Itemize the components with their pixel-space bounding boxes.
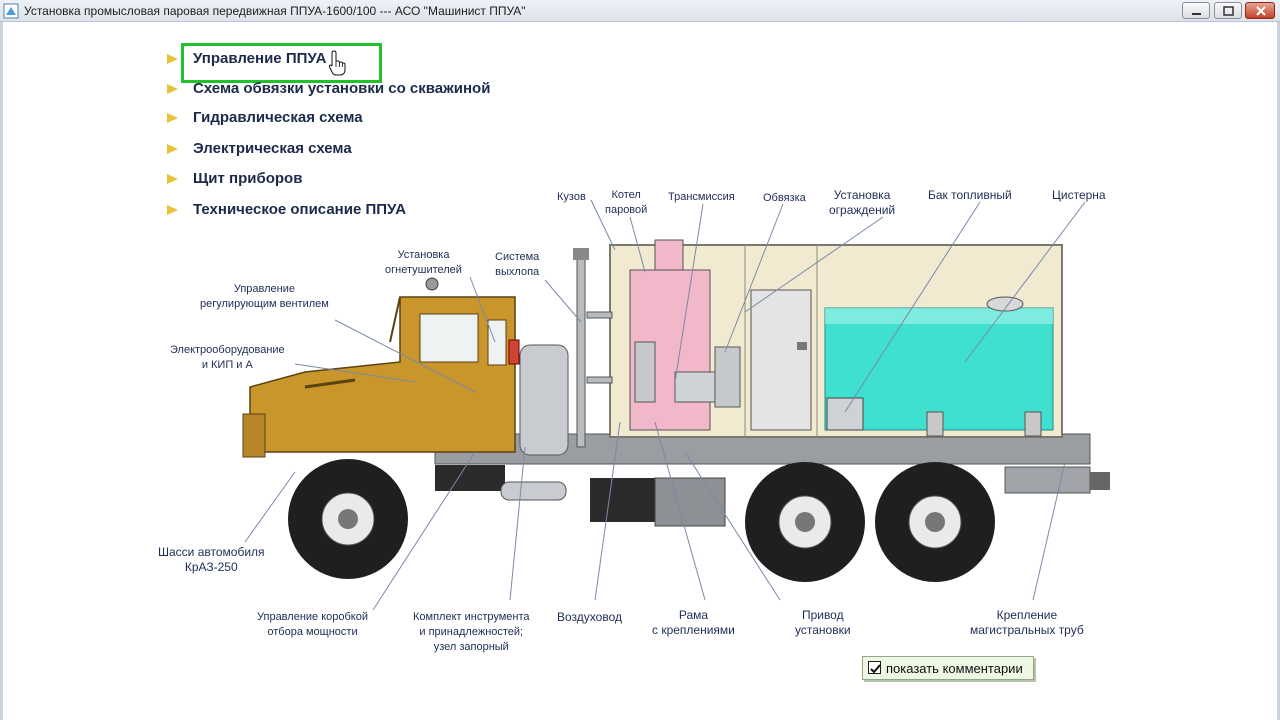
menu-item-gidravlicheskaya[interactable]: Гидравлическая схема [160, 104, 590, 134]
label-bak-toplivnyy: Бак топливный [928, 188, 1012, 202]
cab-a-pillar [389, 296, 401, 343]
fuel-tank [826, 397, 864, 431]
tow-hook [1090, 472, 1110, 490]
body-door [750, 289, 812, 431]
app-icon[interactable] [3, 3, 19, 19]
bullet-arrow-icon [167, 113, 178, 123]
exhaust-cap [573, 248, 589, 260]
battery-box [435, 465, 505, 491]
bullet-arrow-icon [167, 84, 178, 94]
minimize-icon [1192, 13, 1201, 15]
label-kotel: Котел паровой [605, 189, 648, 216]
label-cisterna: Цистерна [1052, 188, 1106, 202]
menu-item-label: Схема обвязки установки со скважиной [193, 80, 491, 97]
label-obvyazka: Обвязка [763, 192, 806, 204]
label-upravlenie-korobkoy: Управление коробкой отбора мощности [257, 611, 368, 638]
rear-wheel-1 [745, 462, 865, 582]
show-comments-checkbox[interactable]: показать комментарии [862, 656, 1034, 680]
bullet-arrow-icon [167, 54, 178, 64]
check-icon [870, 664, 881, 674]
air-tank [500, 481, 567, 501]
close-icon [1256, 6, 1266, 16]
label-ustanovka-ognetushiteley: Установка огнетушителей [385, 249, 462, 276]
menu-item-label: Гидравлическая схема [193, 109, 363, 126]
truck-illustration [242, 199, 1110, 611]
menu-item-skhema-obvyazki[interactable]: Схема обвязки установки со скважиной [160, 75, 590, 105]
front-bumper [242, 413, 266, 458]
minimize-button[interactable] [1182, 2, 1210, 19]
burner [634, 341, 656, 403]
checkbox-box[interactable] [868, 661, 881, 674]
label-vozduhovod: Воздуховод [557, 610, 622, 624]
cab-window [419, 313, 479, 363]
window-frame-left [0, 22, 3, 720]
door-handle [797, 342, 807, 350]
fire-extinguisher [508, 339, 520, 365]
label-elektrooborudovanie: Электрооборудование и КИП и А [170, 344, 285, 371]
label-ustanovka-ograzhdeniy: Установка ограждений [829, 188, 896, 217]
label-komplekt-instrumenta: Комплект инструмента и принадлежностей; уз… [413, 611, 530, 653]
hand-pointer-icon [328, 50, 346, 76]
label-rama: Рама с креплениями [652, 608, 735, 637]
menu-item-elektricheskaya[interactable]: Электрическая схема [160, 135, 590, 165]
tank-support [926, 411, 944, 437]
ladder-rung [586, 376, 613, 384]
window-title: Установка промысловая паровая передвижна… [24, 4, 526, 18]
label-shassi: Шасси автомобиля КрАЗ-250 [158, 545, 265, 574]
ladder-rung [586, 311, 613, 319]
label-upravlenie-ventilem: Управление регулирующим вентилем [200, 283, 329, 310]
boiler-chimney [654, 239, 684, 271]
label-privod-ustanovki: Привод установки [795, 608, 851, 637]
maximize-icon [1223, 6, 1234, 16]
maximize-button[interactable] [1214, 2, 1242, 19]
truck-diagram: Кузов Котел паровой Трансмиссия Обвязка У… [145, 182, 1120, 660]
drive-unit [654, 477, 726, 527]
tank-support [1024, 411, 1042, 437]
label-transmissiya: Трансмиссия [668, 191, 735, 203]
tank-highlight [825, 308, 1053, 324]
label-kreplenie-trub: Крепление магистральных труб [970, 608, 1084, 637]
title-bar: Установка промысловая паровая передвижна… [0, 0, 1280, 22]
menu-item-upravlenie[interactable]: Управление ППУА [160, 43, 590, 83]
label-kuzov: Кузов [557, 191, 586, 203]
show-comments-label: показать комментарии [886, 661, 1023, 676]
transmission [674, 371, 716, 403]
tool-box [590, 478, 655, 522]
exhaust-pipe [576, 251, 586, 448]
silencer [519, 344, 569, 456]
front-wheel [288, 459, 408, 579]
pump-unit [714, 346, 741, 408]
close-button[interactable] [1245, 2, 1275, 19]
rear-bumper [1004, 466, 1091, 494]
label-sistema-vyhlopa: Система выхлопа [495, 251, 540, 278]
rear-wheel-2 [875, 462, 995, 582]
beacon-light [425, 277, 439, 291]
menu-item-label: Электрическая схема [193, 140, 352, 157]
bullet-arrow-icon [167, 144, 178, 154]
cab-side-window [487, 319, 507, 366]
